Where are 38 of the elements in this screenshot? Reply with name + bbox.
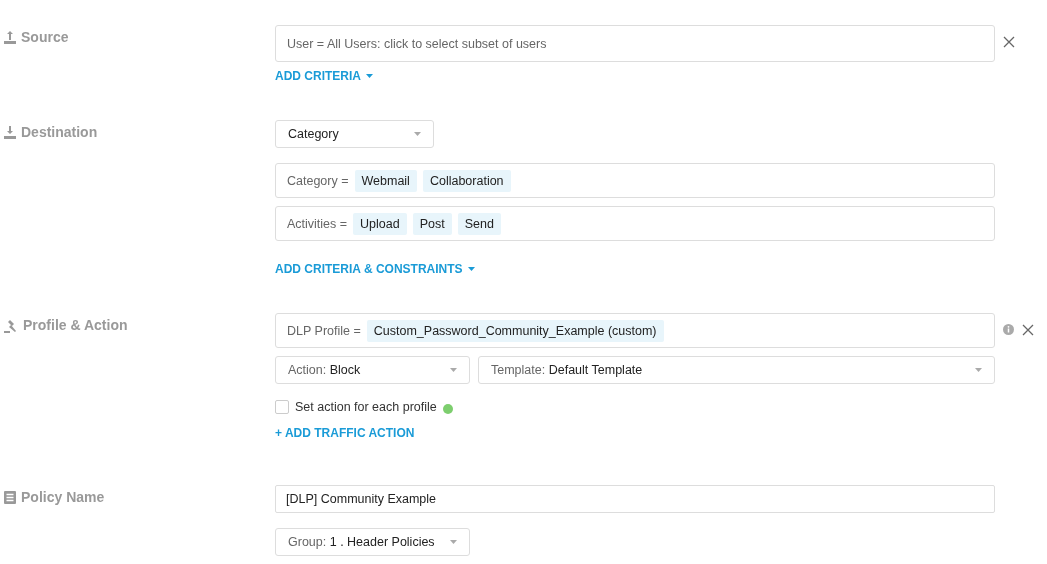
download-icon: [4, 126, 16, 139]
caret-icon: [975, 368, 982, 372]
tag[interactable]: Collaboration: [422, 169, 511, 192]
gavel-icon: [4, 319, 18, 333]
criteria-field[interactable]: Activities = Upload Post Send: [275, 206, 995, 241]
section-title: Destination: [21, 123, 98, 141]
section-title: Source: [21, 28, 69, 46]
action-dropdown[interactable]: Action: Block: [275, 356, 470, 384]
template-dropdown[interactable]: Template: Default Template: [478, 356, 995, 384]
criteria-label: Category =: [287, 173, 349, 188]
section-title: Policy Name: [21, 488, 105, 506]
caret-icon: [450, 368, 457, 372]
caret-icon: [366, 74, 373, 78]
close-icon[interactable]: [1022, 324, 1034, 336]
caret-icon: [450, 540, 457, 544]
criteria-text: User = All Users: click to select subset of users: [287, 36, 547, 51]
caret-icon: [467, 267, 475, 271]
criteria-field[interactable]: DLP Profile = Custom_Password_Community_Example (custom): [275, 313, 995, 348]
upload-icon: [4, 31, 16, 44]
criteria-label: DLP Profile =: [287, 323, 361, 338]
tag[interactable]: Webmail: [354, 169, 417, 192]
category-dropdown[interactable]: Category: [275, 120, 434, 148]
group-dropdown[interactable]: Group: 1 . Header Policies: [275, 528, 470, 556]
tag[interactable]: Send: [457, 212, 501, 235]
checkbox[interactable]: [275, 400, 289, 414]
tag[interactable]: Upload: [353, 212, 407, 235]
tag[interactable]: Post: [412, 212, 452, 235]
user-criteria-field[interactable]: User = All Users: click to select subset of users: [275, 25, 995, 62]
document-icon: [4, 491, 16, 504]
checkbox-label: Set action for each profile: [295, 400, 437, 414]
caret-icon: [414, 132, 421, 136]
criteria-field[interactable]: Category = Webmail Collaboration: [275, 163, 995, 198]
close-icon[interactable]: [1003, 36, 1015, 48]
criteria-label: Activities =: [287, 216, 348, 231]
policy-name-field[interactable]: [DLP] Community Example: [275, 485, 995, 513]
tag[interactable]: Custom_Password_Community_Example (custom): [366, 319, 664, 342]
section-title: Profile & Action: [23, 316, 128, 334]
status-dot: [442, 403, 453, 414]
